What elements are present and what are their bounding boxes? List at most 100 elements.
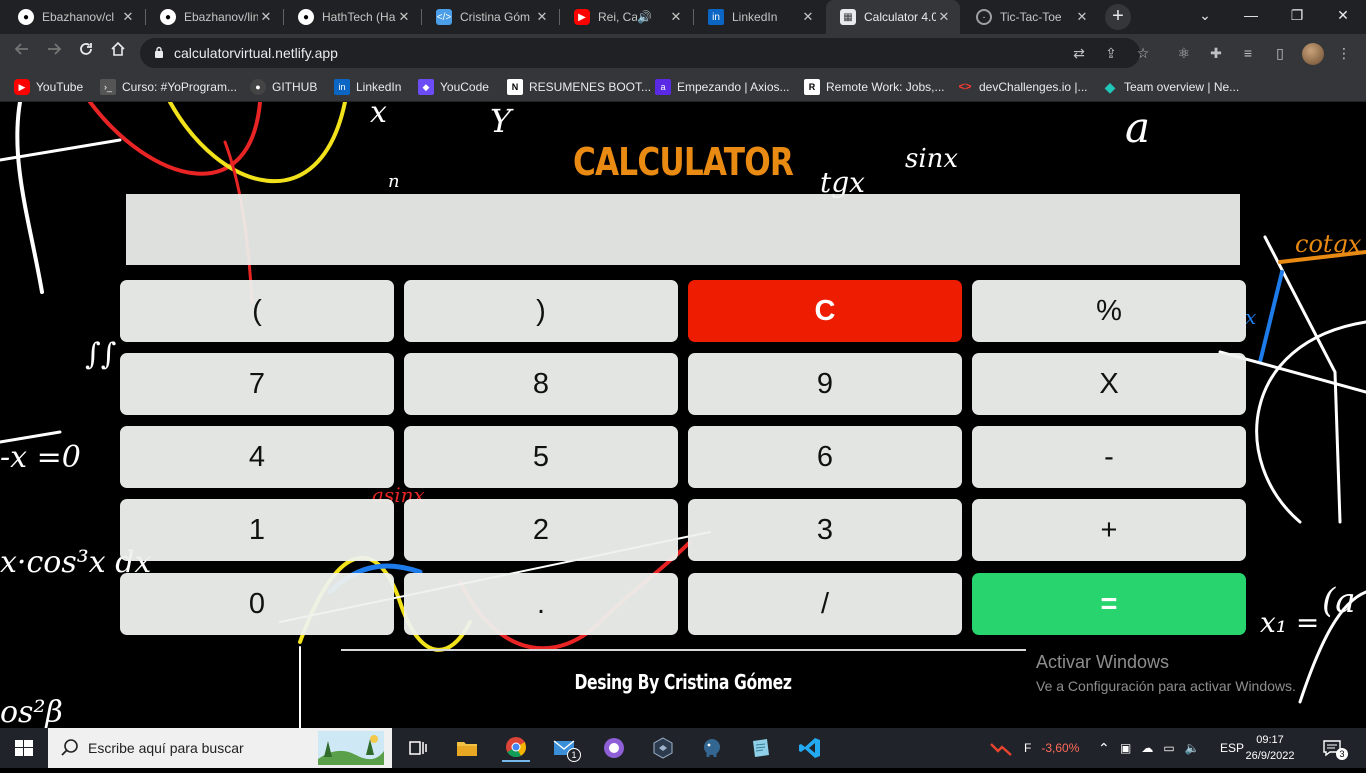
bookmark-netlify[interactable]: ◆ Team overview | Ne... (1102, 77, 1240, 97)
key-open-paren[interactable]: ( (120, 280, 394, 342)
windows-logo-icon (15, 740, 33, 756)
key-2[interactable]: 2 (404, 499, 678, 561)
key-subtract[interactable]: - (972, 426, 1246, 488)
close-icon[interactable]: ✕ (258, 9, 274, 25)
key-multiply[interactable]: X (972, 353, 1246, 415)
key-4[interactable]: 4 (120, 426, 394, 488)
devtool-app-button[interactable] (649, 734, 677, 762)
tab-ebazhanov-1[interactable]: ● Ebazhanov/cl ✕ (4, 0, 144, 34)
onedrive-cloud-icon[interactable]: ☁ (1141, 741, 1153, 755)
stock-label: F (1024, 741, 1032, 755)
vscode-button[interactable] (796, 734, 824, 762)
url-text[interactable]: calculatorvirtual.netlify.app (174, 45, 338, 61)
tab-cristina[interactable]: </> Cristina Góm ✕ (422, 0, 558, 34)
chevron-up-icon: ⌃ (1098, 739, 1110, 756)
bookmark-youcode[interactable]: ◆ YouCode (418, 77, 489, 97)
clock-time: 09:17 (1256, 734, 1284, 746)
task-view-button[interactable] (404, 734, 432, 762)
reload-button[interactable] (74, 41, 98, 65)
back-button[interactable] (10, 41, 34, 65)
remote-icon: R (804, 79, 820, 95)
show-hidden-icons-button[interactable]: ⌃ (1098, 728, 1110, 768)
taskbar-search[interactable]: Escribe aquí para buscar (48, 728, 392, 768)
tab-linkedin[interactable]: in LinkedIn ✕ (694, 0, 824, 34)
address-bar[interactable]: calculatorvirtual.netlify.app ⇄ ⇪ ☆ (140, 38, 1149, 68)
restore-button[interactable]: ❐ (1274, 0, 1320, 30)
notes-app-button[interactable] (747, 734, 775, 762)
file-explorer-button[interactable] (453, 734, 481, 762)
key-percent[interactable]: % (972, 280, 1246, 342)
stock-widget[interactable]: F -3,60% (990, 728, 1079, 768)
media-control-icon[interactable]: ≡ (1238, 43, 1258, 63)
mail-button[interactable]: 1 (551, 734, 581, 762)
side-panel-icon[interactable]: ▯ (1270, 43, 1290, 63)
tab-youtube-rei[interactable]: ▶ Rei, Calle 🔊 ✕ (560, 0, 692, 34)
watermark-subtitle: Ve a Configuración para activar Windows. (1036, 678, 1296, 694)
new-tab-button[interactable]: + (1105, 4, 1131, 30)
close-icon[interactable]: ✕ (1074, 9, 1090, 25)
start-button[interactable] (0, 728, 48, 768)
close-icon[interactable]: ✕ (936, 9, 952, 25)
bookmark-devchallenges[interactable]: <> devChallenges.io |... (957, 77, 1088, 97)
menu-kebab-icon[interactable]: ⋮ (1334, 43, 1354, 63)
bookmark-github[interactable]: ● GITHUB (250, 77, 317, 97)
forward-button[interactable] (42, 41, 66, 65)
key-0[interactable]: 0 (120, 573, 394, 635)
key-divide[interactable]: / (688, 573, 962, 635)
github-desktop-button[interactable] (600, 734, 628, 762)
key-5[interactable]: 5 (404, 426, 678, 488)
tab-hathtech[interactable]: ● HathTech (Ha ✕ (284, 0, 420, 34)
input-language[interactable]: ESP (1220, 728, 1244, 768)
home-button[interactable] (106, 41, 130, 65)
bookmark-label: YouTube (36, 80, 84, 94)
key-1[interactable]: 1 (120, 499, 394, 561)
taskbar-clock[interactable]: 09:17 26/9/2022 (1242, 732, 1298, 764)
close-window-button[interactable]: ✕ (1320, 0, 1366, 30)
key-add[interactable]: + (972, 499, 1246, 561)
tab-calculator[interactable]: ▦ Calculator 4.0 ✕ (826, 0, 960, 34)
key-decimal[interactable]: . (404, 573, 678, 635)
bookmark-resumenes[interactable]: N RESUMENES BOOT... (507, 77, 651, 97)
profile-avatar[interactable] (1302, 43, 1324, 65)
postgresql-button[interactable] (698, 734, 726, 762)
extensions-icon[interactable]: ✚ (1206, 43, 1226, 63)
key-8[interactable]: 8 (404, 353, 678, 415)
network-icon[interactable]: ▭ (1163, 741, 1174, 755)
notifications-button[interactable]: 3 (1322, 728, 1348, 768)
bookmark-axios[interactable]: a Empezando | Axios... (655, 77, 790, 97)
close-icon[interactable]: ✕ (120, 9, 136, 25)
bookmark-linkedin[interactable]: in LinkedIn (334, 77, 401, 97)
key-6[interactable]: 6 (688, 426, 962, 488)
key-close-paren[interactable]: ) (404, 280, 678, 342)
code-icon: </> (436, 9, 452, 25)
close-icon[interactable]: ✕ (668, 9, 684, 25)
bookmark-remote-work[interactable]: R Remote Work: Jobs,... (804, 77, 944, 97)
share-icon[interactable]: ⇪ (1102, 44, 1120, 62)
bookmark-curso[interactable]: ›_ Curso: #YoProgram... (100, 77, 237, 97)
minimize-button[interactable]: — (1228, 0, 1274, 30)
lock-icon[interactable] (154, 46, 164, 58)
tab-search-button[interactable]: ⌄ (1182, 0, 1228, 30)
key-3[interactable]: 3 (688, 499, 962, 561)
tab-tictactoe[interactable]: · Tic-Tac-Toe ✕ (962, 0, 1098, 34)
tab-title: Ebazhanov/lin (184, 10, 258, 24)
bookmark-star-icon[interactable]: ☆ (1134, 44, 1152, 62)
key-clear[interactable]: C (688, 280, 962, 342)
close-icon[interactable]: ✕ (396, 9, 412, 25)
close-icon[interactable]: ✕ (534, 9, 550, 25)
react-devtools-icon[interactable]: ⚛ (1174, 43, 1194, 63)
key-7[interactable]: 7 (120, 353, 394, 415)
speaker-icon[interactable]: 🔊 (637, 10, 652, 24)
bookmark-youtube[interactable]: ▶ YouTube (14, 77, 83, 97)
volume-icon[interactable]: 🔈 (1185, 741, 1200, 755)
tab-ebazhanov-2[interactable]: ● Ebazhanov/lin ✕ (146, 0, 282, 34)
github-icon: ● (160, 9, 176, 25)
calculator-display[interactable] (126, 194, 1240, 265)
key-9[interactable]: 9 (688, 353, 962, 415)
chrome-button[interactable] (502, 734, 530, 762)
key-equals[interactable]: = (972, 573, 1246, 635)
close-icon[interactable]: ✕ (800, 9, 816, 25)
network-adapter-icon[interactable]: ▣ (1120, 741, 1131, 755)
bookmarks-bar: ▶ YouTube ›_ Curso: #YoProgram... ● GITH… (0, 72, 1366, 102)
translate-icon[interactable]: ⇄ (1070, 44, 1088, 62)
